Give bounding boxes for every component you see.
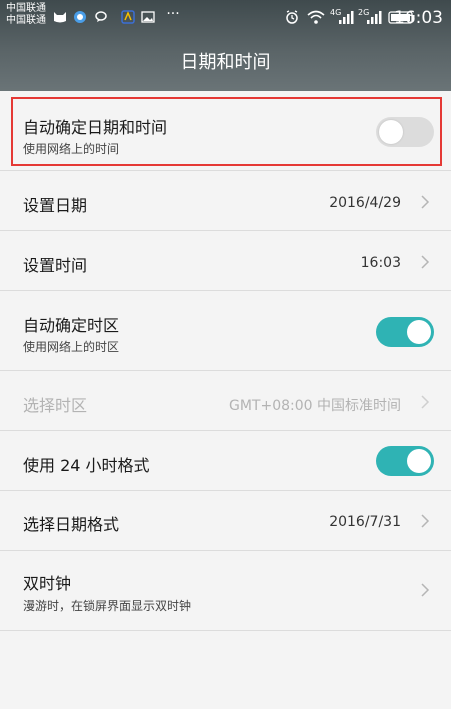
row-label: 使用 24 小时格式 [23, 456, 150, 475]
row-date-format[interactable]: 选择日期格式 2016/7/31 [0, 492, 451, 551]
chevron-right-icon [421, 583, 430, 597]
row-24-hour[interactable]: 使用 24 小时格式 [0, 432, 451, 491]
row-value: GMT+08:00 中国标准时间 [228, 398, 401, 414]
chat-icon [93, 9, 109, 25]
row-value: 2016/7/31 [329, 514, 401, 530]
signal-icon-1: 4G [330, 8, 354, 25]
carrier-1: 中国联通 [6, 3, 46, 14]
alarm-icon [284, 9, 300, 25]
carrier-2: 中国联通 [6, 15, 46, 26]
page-title: 日期和时间 [180, 52, 271, 73]
browser-icon [72, 9, 88, 25]
settings-screen: 中国联通 中国联通 ··· 4G 2G 16:03 日期和时间 自动确定日期和时… [0, 0, 451, 709]
image-icon [140, 9, 156, 25]
row-label: 自动确定时区 [23, 316, 120, 335]
chevron-right-icon [421, 255, 430, 269]
chevron-right-icon [421, 395, 430, 409]
row-label: 选择日期格式 [23, 515, 120, 534]
status-clock: 16:03 [394, 8, 443, 28]
24-hour-toggle[interactable] [376, 446, 434, 476]
row-set-date[interactable]: 设置日期 2016/4/29 [0, 172, 451, 231]
row-set-time[interactable]: 设置时间 16:03 [0, 232, 451, 291]
row-label: 选择时区 [23, 396, 88, 415]
row-select-timezone[interactable]: 选择时区 GMT+08:00 中国标准时间 [0, 372, 451, 431]
row-auto-timezone[interactable]: 自动确定时区 使用网络上的时区 [0, 292, 451, 371]
row-sublabel: 使用网络上的时区 [23, 340, 120, 354]
auto-timezone-toggle[interactable] [376, 317, 434, 347]
wifi-icon [306, 9, 326, 25]
row-label: 设置时间 [23, 256, 88, 275]
auto-datetime-toggle[interactable] [376, 117, 434, 147]
app-icon [120, 9, 136, 25]
row-label: 自动确定日期和时间 [23, 118, 168, 137]
row-value: 2016/4/29 [329, 195, 401, 211]
row-value: 16:03 [360, 255, 401, 271]
chevron-right-icon [421, 195, 430, 209]
chevron-right-icon [421, 514, 430, 528]
row-sublabel: 漫游时，在锁屏界面显示双时钟 [23, 599, 192, 613]
status-bar: 中国联通 中国联通 ··· 4G 2G 16:03 [0, 0, 451, 36]
row-label: 双时钟 [23, 574, 72, 593]
row-label: 设置日期 [23, 196, 88, 215]
row-dual-clock[interactable]: 双时钟 漫游时，在锁屏界面显示双时钟 [0, 552, 451, 631]
cat-icon [52, 9, 68, 25]
battery-icon [366, 9, 415, 25]
more-notifications: ··· [166, 6, 180, 22]
row-auto-datetime[interactable]: 自动确定日期和时间 使用网络上的时间 [0, 97, 451, 171]
carrier-labels: 中国联通 中国联通 [6, 3, 46, 27]
header: 中国联通 中国联通 ··· 4G 2G 16:03 日期和时间 [0, 0, 451, 91]
row-sublabel: 使用网络上的时间 [23, 142, 120, 156]
